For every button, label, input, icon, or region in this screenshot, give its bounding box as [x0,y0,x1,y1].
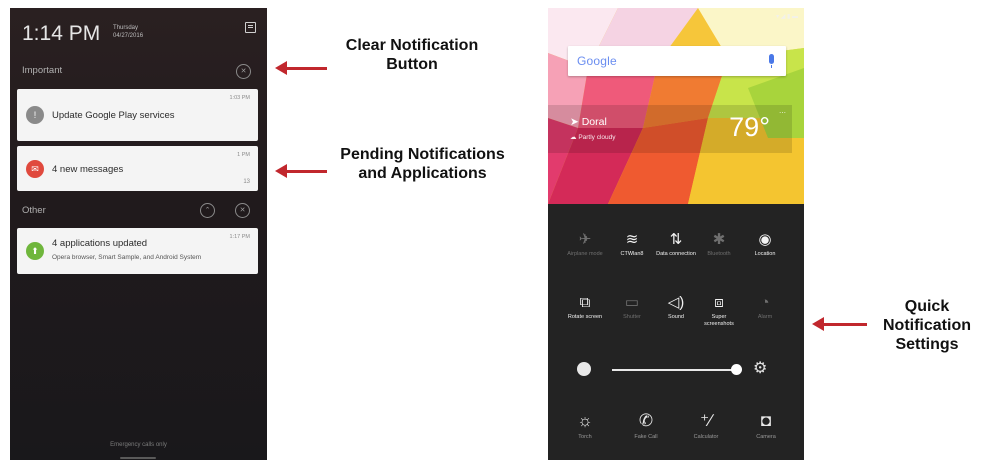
status-bar: ▾ ◢ ▮ ▬ [776,14,798,20]
notification-time: 1:03 PM [229,95,250,101]
data-connection-icon: ⇅ [669,231,683,248]
screenshot-icon: ⧈ [714,294,724,311]
settings-icon[interactable] [245,22,256,33]
notification-item[interactable]: ✉ 4 new messages 1 PM 13 [17,146,258,191]
notification-title: 4 applications updated [52,238,148,249]
weather-location-text: Doral [581,116,607,128]
notification-count: 13 [243,179,250,185]
brightness-slider-thumb[interactable] [731,364,742,375]
location-icon: ◉ [758,231,772,248]
google-search-bar[interactable]: Google [568,46,786,76]
notification-shade: 1:14 PM Thursday 04/27/2016 Important ✕ … [10,8,267,460]
arrow-quick [812,317,867,331]
qs-location[interactable]: ◉ Location [745,229,785,258]
arrow-clear [275,61,327,75]
qs-data-connection[interactable]: ⇅ Data connection [656,229,696,258]
qs-label: Sound [668,314,684,320]
brightness-slider[interactable] [612,369,737,371]
qs-label: Data connection [656,251,696,257]
date-day: Thursday [113,25,139,31]
weather-menu-icon[interactable]: ⋯ [779,109,786,117]
qs-super-screenshots[interactable]: ⧈ Super screenshots [699,292,739,327]
shortcut-fake-call[interactable]: ✆ Fake Call [626,408,666,440]
torch-icon: ☼ [577,411,593,430]
weather-widget[interactable]: ➤ Doral ☁ Partly cloudy 79° ⋯ [548,105,792,153]
qs-shutter[interactable]: ▭ Shutter [612,292,652,321]
notification-item[interactable]: ⬆ 4 applications updated Opera browser, … [17,228,258,274]
clock: 1:14 PM [22,22,101,45]
qs-label: Airplane mode [567,251,603,257]
shutter-icon: ▭ [624,294,640,311]
notification-title: Update Google Play services [52,110,175,121]
qs-label: Location [754,251,776,257]
date: Thursday 04/27/2016 [113,24,163,40]
wifi-icon: ≋ [625,231,639,248]
qs-label: Shutter [623,314,641,320]
calculator-icon: ⁺∕ [700,411,712,430]
notification-item[interactable]: ! Update Google Play services 1:03 PM [17,89,258,141]
camera-icon: ◘ [760,411,772,430]
clear-other-button[interactable]: ✕ [235,203,250,218]
message-icon: ✉ [26,159,44,178]
notification-time: 1:17 PM [229,234,250,240]
arrow-pending [275,164,327,178]
date-full: 04/27/2016 [113,33,144,39]
fake-call-icon: ✆ [638,411,654,430]
qs-bluetooth[interactable]: ✱ Bluetooth [699,229,739,258]
google-logo: Google [577,54,617,68]
drag-handle[interactable] [120,457,156,459]
shortcut-torch[interactable]: ☼ Torch [565,408,605,440]
brightness-icon [577,362,591,376]
weather-condition-text: Partly cloudy [578,134,616,141]
shortcut-label: Calculator [693,434,719,440]
annotation-pending: Pending Notifications and Applications [340,146,505,182]
notification-time: 1 PM [237,152,250,158]
shortcut-label: Fake Call [634,434,658,440]
annotation-clear: Clear Notification Button [345,37,479,73]
weather-temperature: 79° [729,112,770,142]
qs-label: Bluetooth [707,251,731,257]
emergency-calls-text: Emergency calls only [110,442,167,448]
weather-condition: ☁ Partly cloudy [570,134,616,141]
annotation-quick: Quick Notification Settings [883,298,971,353]
rotate-screen-icon: ⧉ [579,294,591,311]
notification-title: 4 new messages [52,164,124,175]
mic-icon[interactable] [769,54,774,68]
home-quick-settings-screen: ▾ ◢ ▮ ▬ Google ➤ Doral ☁ Partly cloudy 7… [548,8,804,460]
shortcut-camera[interactable]: ◘ Camera [746,408,786,440]
shortcut-label: Camera [756,434,776,440]
warning-icon: ! [26,106,44,124]
app-update-icon: ⬆ [26,242,44,260]
clear-notifications-button[interactable]: ✕ [236,64,251,79]
alarm-icon: ◔ [760,294,770,311]
qs-label: Alarm [757,314,773,320]
expand-icon[interactable]: ⌃ [200,203,215,218]
qs-airplane-mode[interactable]: ✈ Airplane mode [565,229,605,258]
shortcut-label: Torch [578,434,592,440]
sound-icon: ◁) [667,294,685,311]
qs-label: Super screenshots [704,314,734,327]
qs-sound[interactable]: ◁) Sound [656,292,696,321]
bluetooth-icon: ✱ [712,231,726,248]
qs-alarm[interactable]: ◔ Alarm [745,292,785,321]
shortcut-calculator[interactable]: ⁺∕ Calculator [686,408,726,440]
qs-label: CTWlan8 [620,251,644,257]
airplane-icon: ✈ [578,231,592,248]
section-other-label: Other [22,205,46,216]
qs-wifi[interactable]: ≋ CTWlan8 [612,229,652,258]
qs-label: Rotate screen [567,314,603,320]
section-important-label: Important [22,65,63,76]
weather-location: ➤ Doral [570,116,607,128]
notification-subtitle: Opera browser, Smart Sample, and Android… [52,254,202,261]
auto-brightness-icon[interactable]: ⚙ [753,360,767,378]
qs-rotate-screen[interactable]: ⧉ Rotate screen [565,292,605,321]
brightness-control: ⚙ [577,360,777,380]
